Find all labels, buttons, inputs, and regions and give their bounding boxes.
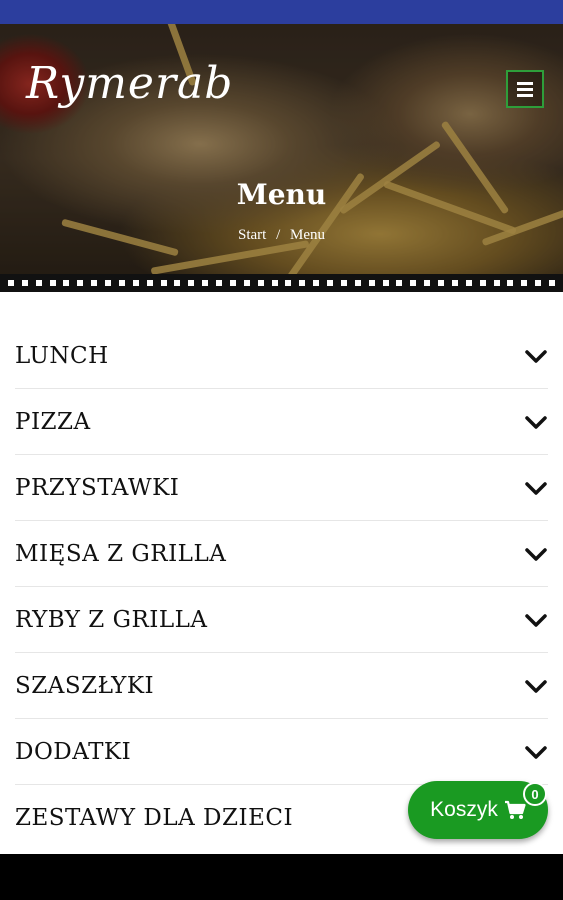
chevron-down-icon: [525, 547, 547, 561]
chevron-down-icon: [525, 481, 547, 495]
breadcrumb: Start / Menu: [0, 227, 563, 244]
menu-category-label: RYBY Z GRILLA: [15, 606, 208, 633]
menu-category-label: DODATKI: [15, 738, 132, 765]
film-strip-divider: [0, 274, 563, 292]
shopping-cart-icon: [504, 800, 526, 819]
hero-banner: Rymerab Menu Start / Menu: [0, 24, 563, 292]
chevron-down-icon: [525, 415, 547, 429]
menu-category-label: PIZZA: [15, 408, 91, 435]
hamburger-menu-icon: [517, 81, 533, 85]
menu-category-label: LUNCH: [15, 342, 109, 369]
chevron-down-icon: [525, 613, 547, 627]
menu-category-miesa-z-grilla[interactable]: MIĘSA Z GRILLA: [15, 521, 548, 587]
cart-label: Koszyk: [430, 798, 498, 821]
menu-category-label: PRZYSTAWKI: [15, 474, 180, 501]
menu-category-szaszlyki[interactable]: SZASZŁYKI: [15, 653, 548, 719]
hamburger-menu-button[interactable]: [506, 70, 544, 108]
page-title: Menu: [236, 178, 327, 211]
menu-category-dodatki[interactable]: DODATKI: [15, 719, 548, 785]
chevron-down-icon: [525, 679, 547, 693]
menu-category-przystawki[interactable]: PRZYSTAWKI: [15, 455, 548, 521]
menu-category-pizza[interactable]: PIZZA: [15, 389, 548, 455]
cart-count-badge: 0: [523, 782, 547, 806]
menu-category-ryby-z-grilla[interactable]: RYBY Z GRILLA: [15, 587, 548, 653]
menu-category-list: LUNCH PIZZA PRZYSTAWKI MIĘSA Z GRILLA RY…: [0, 292, 563, 854]
breadcrumb-home-link[interactable]: Start: [238, 227, 266, 243]
logo[interactable]: Rymerab: [26, 58, 233, 109]
breadcrumb-separator: /: [276, 227, 281, 243]
navigation-bar: [0, 854, 563, 900]
menu-category-label: MIĘSA Z GRILLA: [15, 540, 227, 567]
chevron-down-icon: [525, 349, 547, 363]
menu-category-label: SZASZŁYKI: [15, 672, 155, 699]
breadcrumb-current: Menu: [290, 227, 325, 243]
menu-category-lunch[interactable]: LUNCH: [15, 323, 548, 389]
menu-category-label: ZESTAWY DLA DZIECI: [15, 805, 294, 831]
status-bar: [0, 0, 563, 24]
chevron-down-icon: [525, 745, 547, 759]
